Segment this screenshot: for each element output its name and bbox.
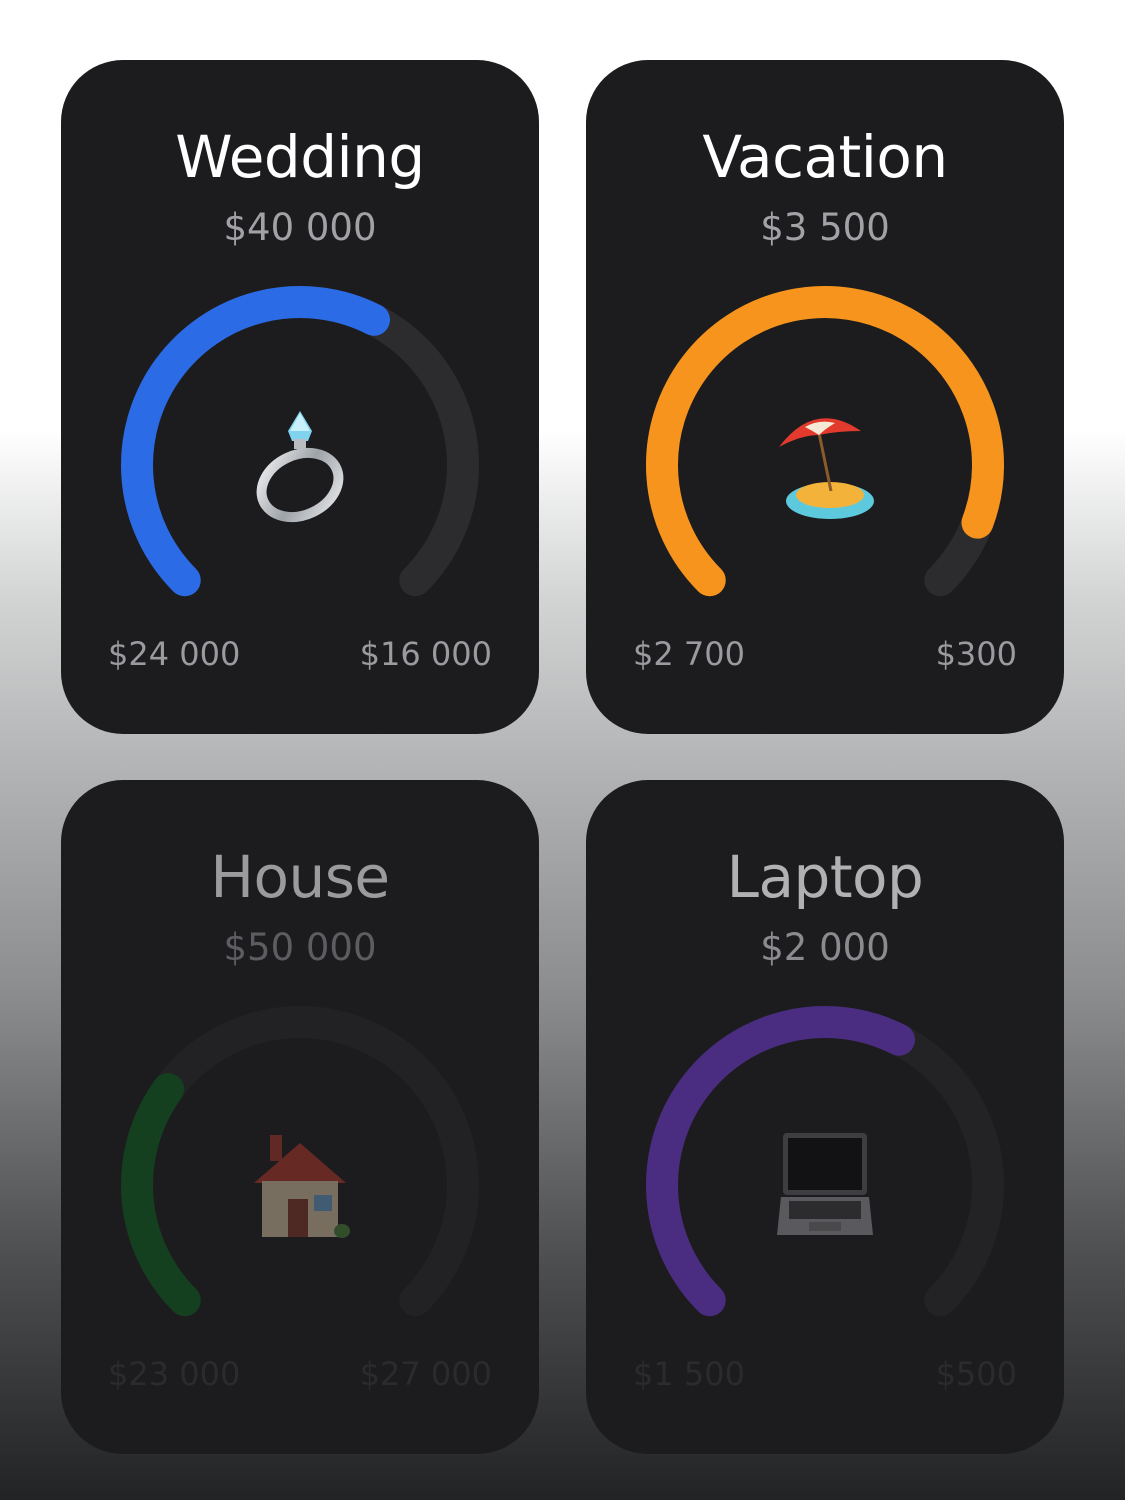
remaining-amount: $27 000: [359, 1355, 492, 1393]
progress-gauge: [121, 286, 479, 597]
saved-amount: $23 000: [108, 1355, 241, 1393]
progress-gauge: [646, 1006, 1004, 1317]
saved-amount: $24 000: [108, 635, 241, 673]
gauge-progress-arc: [121, 1073, 201, 1317]
remaining-amount: $300: [935, 635, 1017, 673]
goal-card-wedding[interactable]: Wedding $40 000 $24 000 $16 000: [61, 60, 539, 734]
saved-amount: $1 500: [633, 1355, 745, 1393]
goal-card-house[interactable]: House $50 000 $23 000 $27 000: [61, 780, 539, 1454]
progress-gauge: [646, 286, 1004, 597]
progress-gauge: [121, 1006, 479, 1317]
saved-amount: $2 700: [633, 635, 745, 673]
ring-icon: [256, 411, 344, 523]
beach-umbrella-icon: [779, 418, 874, 519]
goal-card-laptop[interactable]: Laptop $2 000 $1 500 $500: [586, 780, 1064, 1454]
remaining-amount: $16 000: [359, 635, 492, 673]
remaining-amount: $500: [935, 1355, 1017, 1393]
goal-card-vacation[interactable]: Vacation $3 500 $2 700 $300: [586, 60, 1064, 734]
laptop-icon: [777, 1133, 873, 1235]
house-icon: [254, 1135, 350, 1238]
